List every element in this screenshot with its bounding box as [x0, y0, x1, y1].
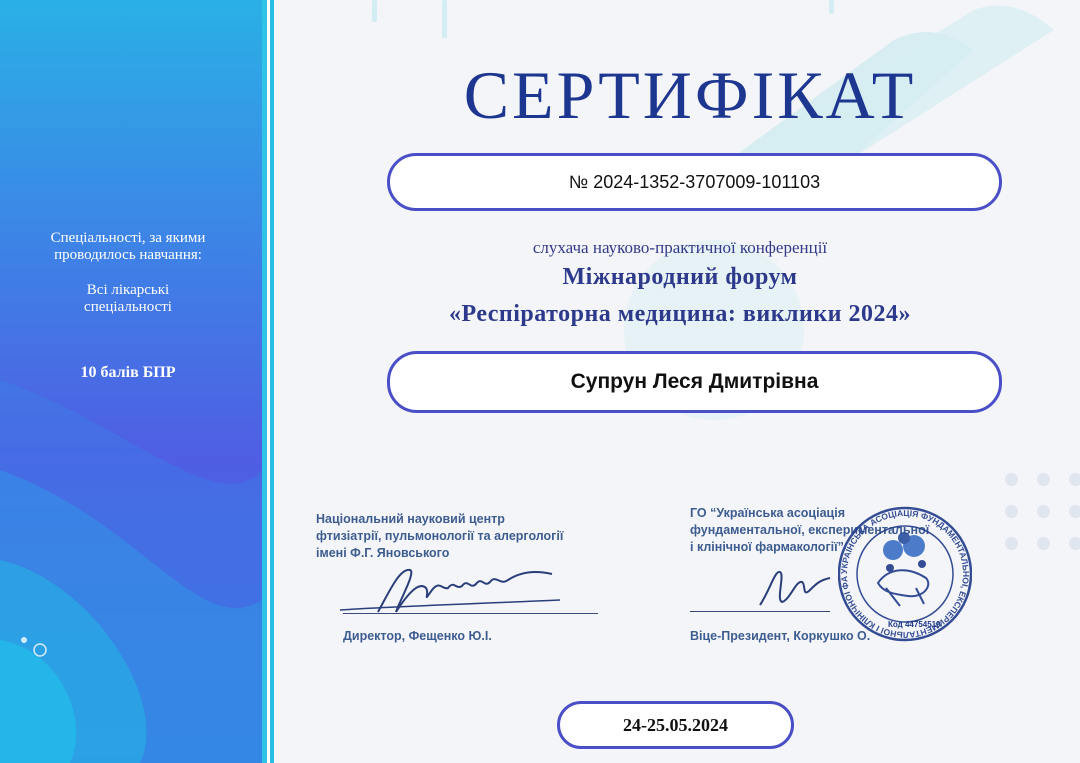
specialties-value: Всі лікарські спеціальності: [0, 282, 256, 316]
director-signature: [339, 568, 561, 613]
certificate-title: СЕРТИФІКАТ: [463, 57, 917, 133]
forum-subtitle: «Респіраторна медицина: виклики 2024»: [448, 301, 911, 327]
signature-line: [343, 613, 598, 614]
left-org-line1: Національний науковий центр: [316, 512, 505, 526]
left-panel: Спеціальності, за якими проводилось навч…: [0, 0, 262, 763]
decor-dot: [1005, 537, 1018, 550]
event-date: 24-25.05.2024: [623, 714, 728, 735]
specialties-value-line1: Всі лікарські: [86, 282, 170, 298]
organization-stamp: УКРАЇНСЬКА АСОЦІАЦІЯ ФУНДАМЕНТАЛЬНОЇ, ЕК…: [838, 488, 972, 642]
forum-title: Міжнародний форум: [562, 264, 798, 290]
specialties-value-line2: спеціальності: [84, 299, 172, 315]
specialties-label: Спеціальності, за якими проводилось навч…: [0, 230, 256, 264]
decor-dot: [1069, 473, 1080, 486]
participant-name: Супрун Леся Дмитрівна: [570, 370, 819, 393]
decor-dot: [1005, 505, 1018, 518]
points-text: 10 балів БПР: [80, 364, 176, 381]
signature-line: [690, 611, 830, 612]
participant-box: Супрун Леся Дмитрівна: [387, 351, 1002, 413]
decor-dot: [1005, 473, 1018, 486]
left-org-line2: фтизіатрії, пульмонології та алергології: [316, 529, 564, 543]
certificate-number-box: № 2024-1352-3707009-101103: [387, 153, 1002, 211]
director-role: Директор, Фещенко Ю.І.: [343, 629, 492, 643]
decor-dot: [1037, 505, 1050, 518]
date-box: 24-25.05.2024: [557, 701, 794, 749]
specialties-label-line1: Спеціальності, за якими: [50, 230, 206, 246]
decor-dot: [1069, 505, 1080, 518]
wave-decoration: [0, 380, 262, 763]
decor-dot: [1037, 537, 1050, 550]
certificate-number: № 2024-1352-3707009-101103: [568, 171, 821, 192]
specialties-label-line2: проводилось навчання:: [54, 247, 202, 263]
vice-president-signature: [759, 571, 831, 606]
subtitle: слухача науково-практичної конференції: [532, 238, 828, 257]
left-organization: Національний науковий центр фтизіатрії, …: [316, 511, 563, 562]
decor-dot: [1037, 473, 1050, 486]
decor-dot: [1069, 537, 1080, 550]
stamp-code: Код 44754519: [888, 620, 941, 629]
